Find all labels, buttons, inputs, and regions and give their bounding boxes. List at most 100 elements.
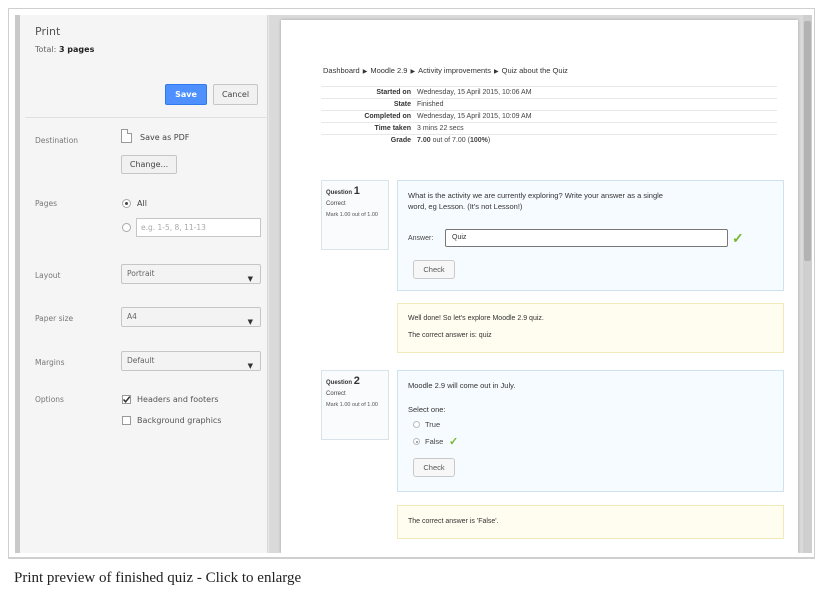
headers-footers-label: Headers and footers <box>137 395 219 404</box>
question-label: Question <box>326 190 353 196</box>
paper-size-label: Paper size <box>35 314 74 323</box>
headers-footers-checkbox[interactable] <box>122 395 131 404</box>
summary-key: Started on <box>376 89 411 96</box>
question-2-mark: Mark 1.00 out of 1.00 <box>326 402 378 408</box>
option-false-label: False <box>425 437 444 446</box>
pdf-file-icon <box>121 129 132 143</box>
summary-key: Completed on <box>364 113 411 120</box>
summary-row: Completed on Wednesday, 15 April 2015, 1… <box>321 110 777 122</box>
breadcrumb-item: Activity improvements <box>418 66 491 75</box>
triangle-right-icon: ▶ <box>410 69 416 75</box>
question-label: Question <box>326 380 353 386</box>
destination-value: Save as PDF <box>140 133 190 142</box>
check-button[interactable]: Check <box>413 458 455 477</box>
pages-all-label: All <box>137 199 147 208</box>
grade-close: ) <box>487 137 491 144</box>
question-1-number: Question 1 <box>326 185 384 197</box>
panel-edge <box>15 15 20 553</box>
breadcrumb-item: Dashboard <box>323 66 360 75</box>
summary-value: 3 mins 22 secs <box>417 125 464 132</box>
paper-size-select[interactable]: A4 ▼ <box>121 307 261 327</box>
select-one-label: Select one: <box>408 405 446 414</box>
summary-value: Wednesday, 15 April 2015, 10:09 AM <box>417 113 532 120</box>
option-true-radio[interactable] <box>413 421 420 428</box>
correct-answer-text: The correct answer is: quiz <box>408 332 492 339</box>
layout-label: Layout <box>35 271 61 280</box>
feedback-text: Well done! So let's explore Moodle 2.9 q… <box>408 315 544 322</box>
summary-row: Grade 7.00 out of 7.00 (100%) <box>321 134 777 146</box>
question-1-info: Question 1 Correct Mark 1.00 out of 1.00 <box>321 180 389 250</box>
question-2-text: Moodle 2.9 will come out in July. <box>408 381 516 390</box>
checkbox-check-icon <box>122 396 131 403</box>
grade-value: 7.00 out of 7.00 (100%) <box>417 137 490 144</box>
triangle-right-icon: ▶ <box>362 69 368 75</box>
answer-label: Answer: <box>408 235 434 242</box>
summary-value: Wednesday, 15 April 2015, 10:06 AM <box>417 89 532 96</box>
pages-range-radio[interactable] <box>122 223 131 232</box>
destination-label: Destination <box>35 136 79 145</box>
grade-out-of: out of 7.00 ( <box>430 137 470 144</box>
question-2-info: Question 2 Correct Mark 1.00 out of 1.00 <box>321 370 389 440</box>
question-number: 2 <box>353 375 360 387</box>
question-2-status: Correct <box>326 391 346 397</box>
background-graphics-checkbox[interactable] <box>122 416 131 425</box>
question-number: 1 <box>353 185 360 197</box>
paper-size-value: A4 <box>127 312 137 321</box>
question-2-content: Moodle 2.9 will come out in July. Select… <box>397 370 784 492</box>
caret-down-icon: ▼ <box>247 318 253 326</box>
image-frame: Print Total: 3 pages Save Cancel Destina… <box>8 8 815 558</box>
total-pages: Total: 3 pages <box>35 45 94 54</box>
summary-row: State Finished <box>321 98 777 110</box>
check-mark-icon: ✓ <box>449 436 459 448</box>
answer-input[interactable]: Quiz <box>445 229 728 247</box>
check-button[interactable]: Check <box>413 260 455 279</box>
summary-row: Started on Wednesday, 15 April 2015, 10:… <box>321 86 777 98</box>
caret-down-icon: ▼ <box>247 362 253 370</box>
total-value: 3 pages <box>58 45 95 54</box>
breadcrumb-item: Quiz about the Quiz <box>501 66 568 75</box>
change-destination-button[interactable]: Change... <box>121 155 177 174</box>
summary-row: Time taken 3 mins 22 secs <box>321 122 777 134</box>
grade-score: 7.00 <box>417 137 431 144</box>
question-1-status: Correct <box>326 201 346 207</box>
question-1-text-line-1: What is the activity we are currently ex… <box>408 191 663 200</box>
summary-key: Time taken <box>374 125 411 132</box>
summary-key: State <box>393 101 411 108</box>
caret-down-icon: ▼ <box>247 275 253 283</box>
save-button[interactable]: Save <box>165 84 207 105</box>
margins-select[interactable]: Default ▼ <box>121 351 261 371</box>
question-1-content: What is the activity we are currently ex… <box>397 180 784 291</box>
option-true-label: True <box>425 420 441 429</box>
options-label: Options <box>35 395 64 404</box>
pages-all-radio[interactable] <box>122 199 131 208</box>
breadcrumb-item: Moodle 2.9 <box>370 66 408 75</box>
summary-value: Finished <box>417 101 444 108</box>
layout-select[interactable]: Portrait ▼ <box>121 264 261 284</box>
question-1-mark: Mark 1.00 out of 1.00 <box>326 212 378 218</box>
preview-page: Dashboard ▶ Moodle 2.9 ▶ Activity improvemen… <box>281 20 798 553</box>
pages-range-input[interactable]: e.g. 1-5, 8, 11-13 <box>136 218 261 237</box>
correct-answer-text: The correct answer is 'False'. <box>408 518 499 525</box>
option-false-radio[interactable] <box>413 438 420 445</box>
cancel-button[interactable]: Cancel <box>213 84 258 105</box>
margins-label: Margins <box>35 358 65 367</box>
question-1-text-line-2: word, eg Lesson. (It's not Lesson!) <box>408 202 523 211</box>
margins-value: Default <box>127 356 155 365</box>
image-caption: Print preview of finished quiz - Click t… <box>14 570 302 586</box>
panel-divider <box>25 117 268 118</box>
grade-percent: 100% <box>469 137 488 144</box>
caption-divider <box>8 558 815 559</box>
background-graphics-label: Background graphics <box>137 416 222 425</box>
scrollbar-thumb[interactable] <box>804 21 811 261</box>
question-2-number: Question 2 <box>326 375 384 387</box>
summary-key: Grade <box>390 137 411 144</box>
print-dialog: Print Total: 3 pages Save Cancel Destina… <box>15 15 812 553</box>
question-1-feedback: Well done! So let's explore Moodle 2.9 q… <box>397 303 784 353</box>
check-mark-icon: ✓ <box>732 230 744 246</box>
breadcrumb: Dashboard ▶ Moodle 2.9 ▶ Activity improvemen… <box>323 66 568 75</box>
pages-label: Pages <box>35 199 58 208</box>
question-2-feedback: The correct answer is 'False'. <box>397 505 784 539</box>
print-settings-panel: Print Total: 3 pages Save Cancel Destina… <box>15 15 268 553</box>
triangle-right-icon: ▶ <box>494 69 499 75</box>
layout-value: Portrait <box>127 269 155 278</box>
